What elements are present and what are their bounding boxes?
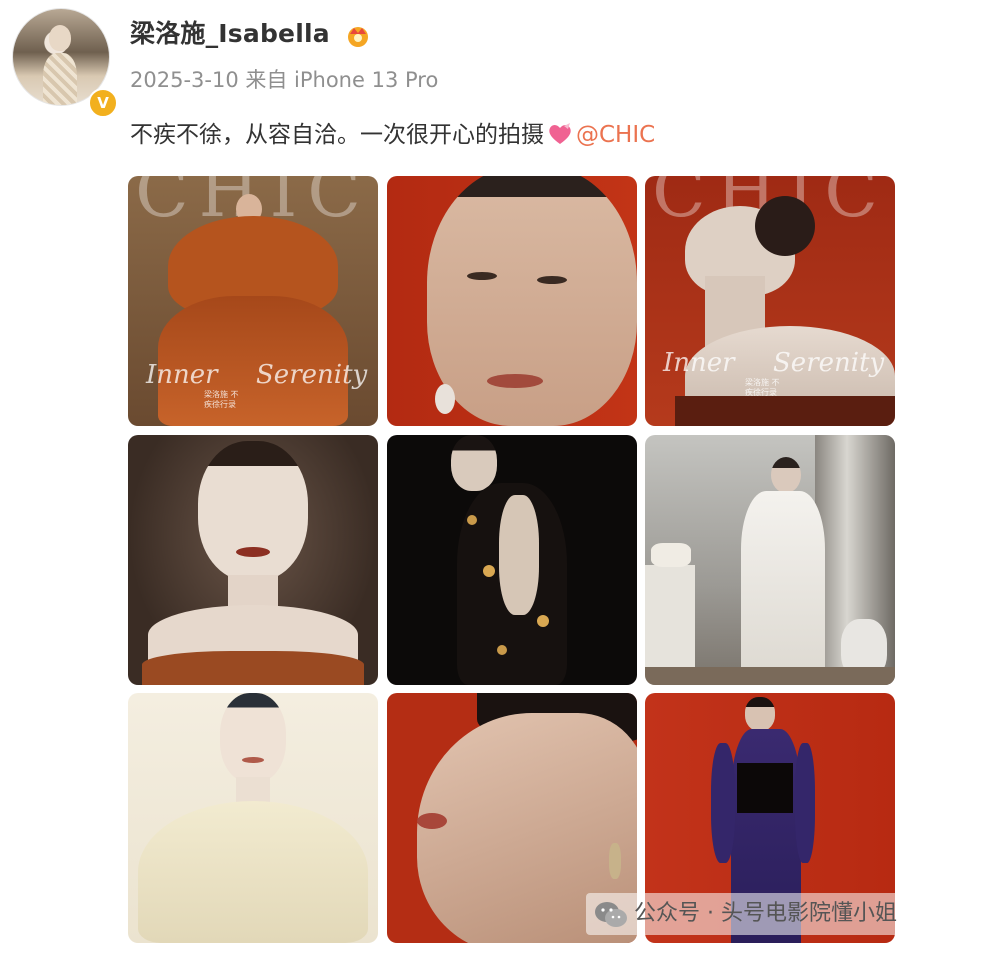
heart-icon [549,123,571,144]
photo-grid: CHIC Inner Serenity 梁洛施 不疾徐行录 CHIC Inner… [128,176,896,944]
photo-3[interactable]: CHIC Inner Serenity 梁洛施 不疾徐行录 [645,176,895,426]
cover-left-word: Inner [146,360,218,390]
mention-link[interactable]: @CHIC [576,122,655,148]
photo-1[interactable]: CHIC Inner Serenity 梁洛施 不疾徐行录 [128,176,378,426]
crown-icon[interactable] [344,22,372,48]
avatar[interactable]: V [12,8,118,118]
photo-7[interactable] [128,693,378,943]
photo-4[interactable] [128,435,378,685]
photo-5[interactable] [387,435,637,685]
cover-subtitle: 梁洛施 不疾徐行录 [204,390,239,409]
wechat-icon [595,902,627,927]
photo-6[interactable] [645,435,895,685]
watermark-text: 公众号 · 头号电影院懂小姐 [634,901,897,926]
cover-right-word: Serenity [773,348,885,378]
post-meta: 2025-3-10 来自 iPhone 13 Pro [130,68,439,92]
cover-left-word: Inner [663,348,735,378]
cover-subtitle: 梁洛施 不疾徐行录 [745,378,780,397]
post-body: 不疾不徐，从容自洽。一次很开心的拍摄 [130,122,544,148]
post-text: 不疾不徐，从容自洽。一次很开心的拍摄 @CHIC [130,118,655,152]
watermark: 公众号 · 头号电影院懂小姐 [586,893,976,935]
username[interactable]: 梁洛施_Isabella [130,16,330,52]
verified-badge-icon: V [88,88,118,118]
cover-right-word: Serenity [256,360,368,390]
photo-2[interactable] [387,176,637,426]
